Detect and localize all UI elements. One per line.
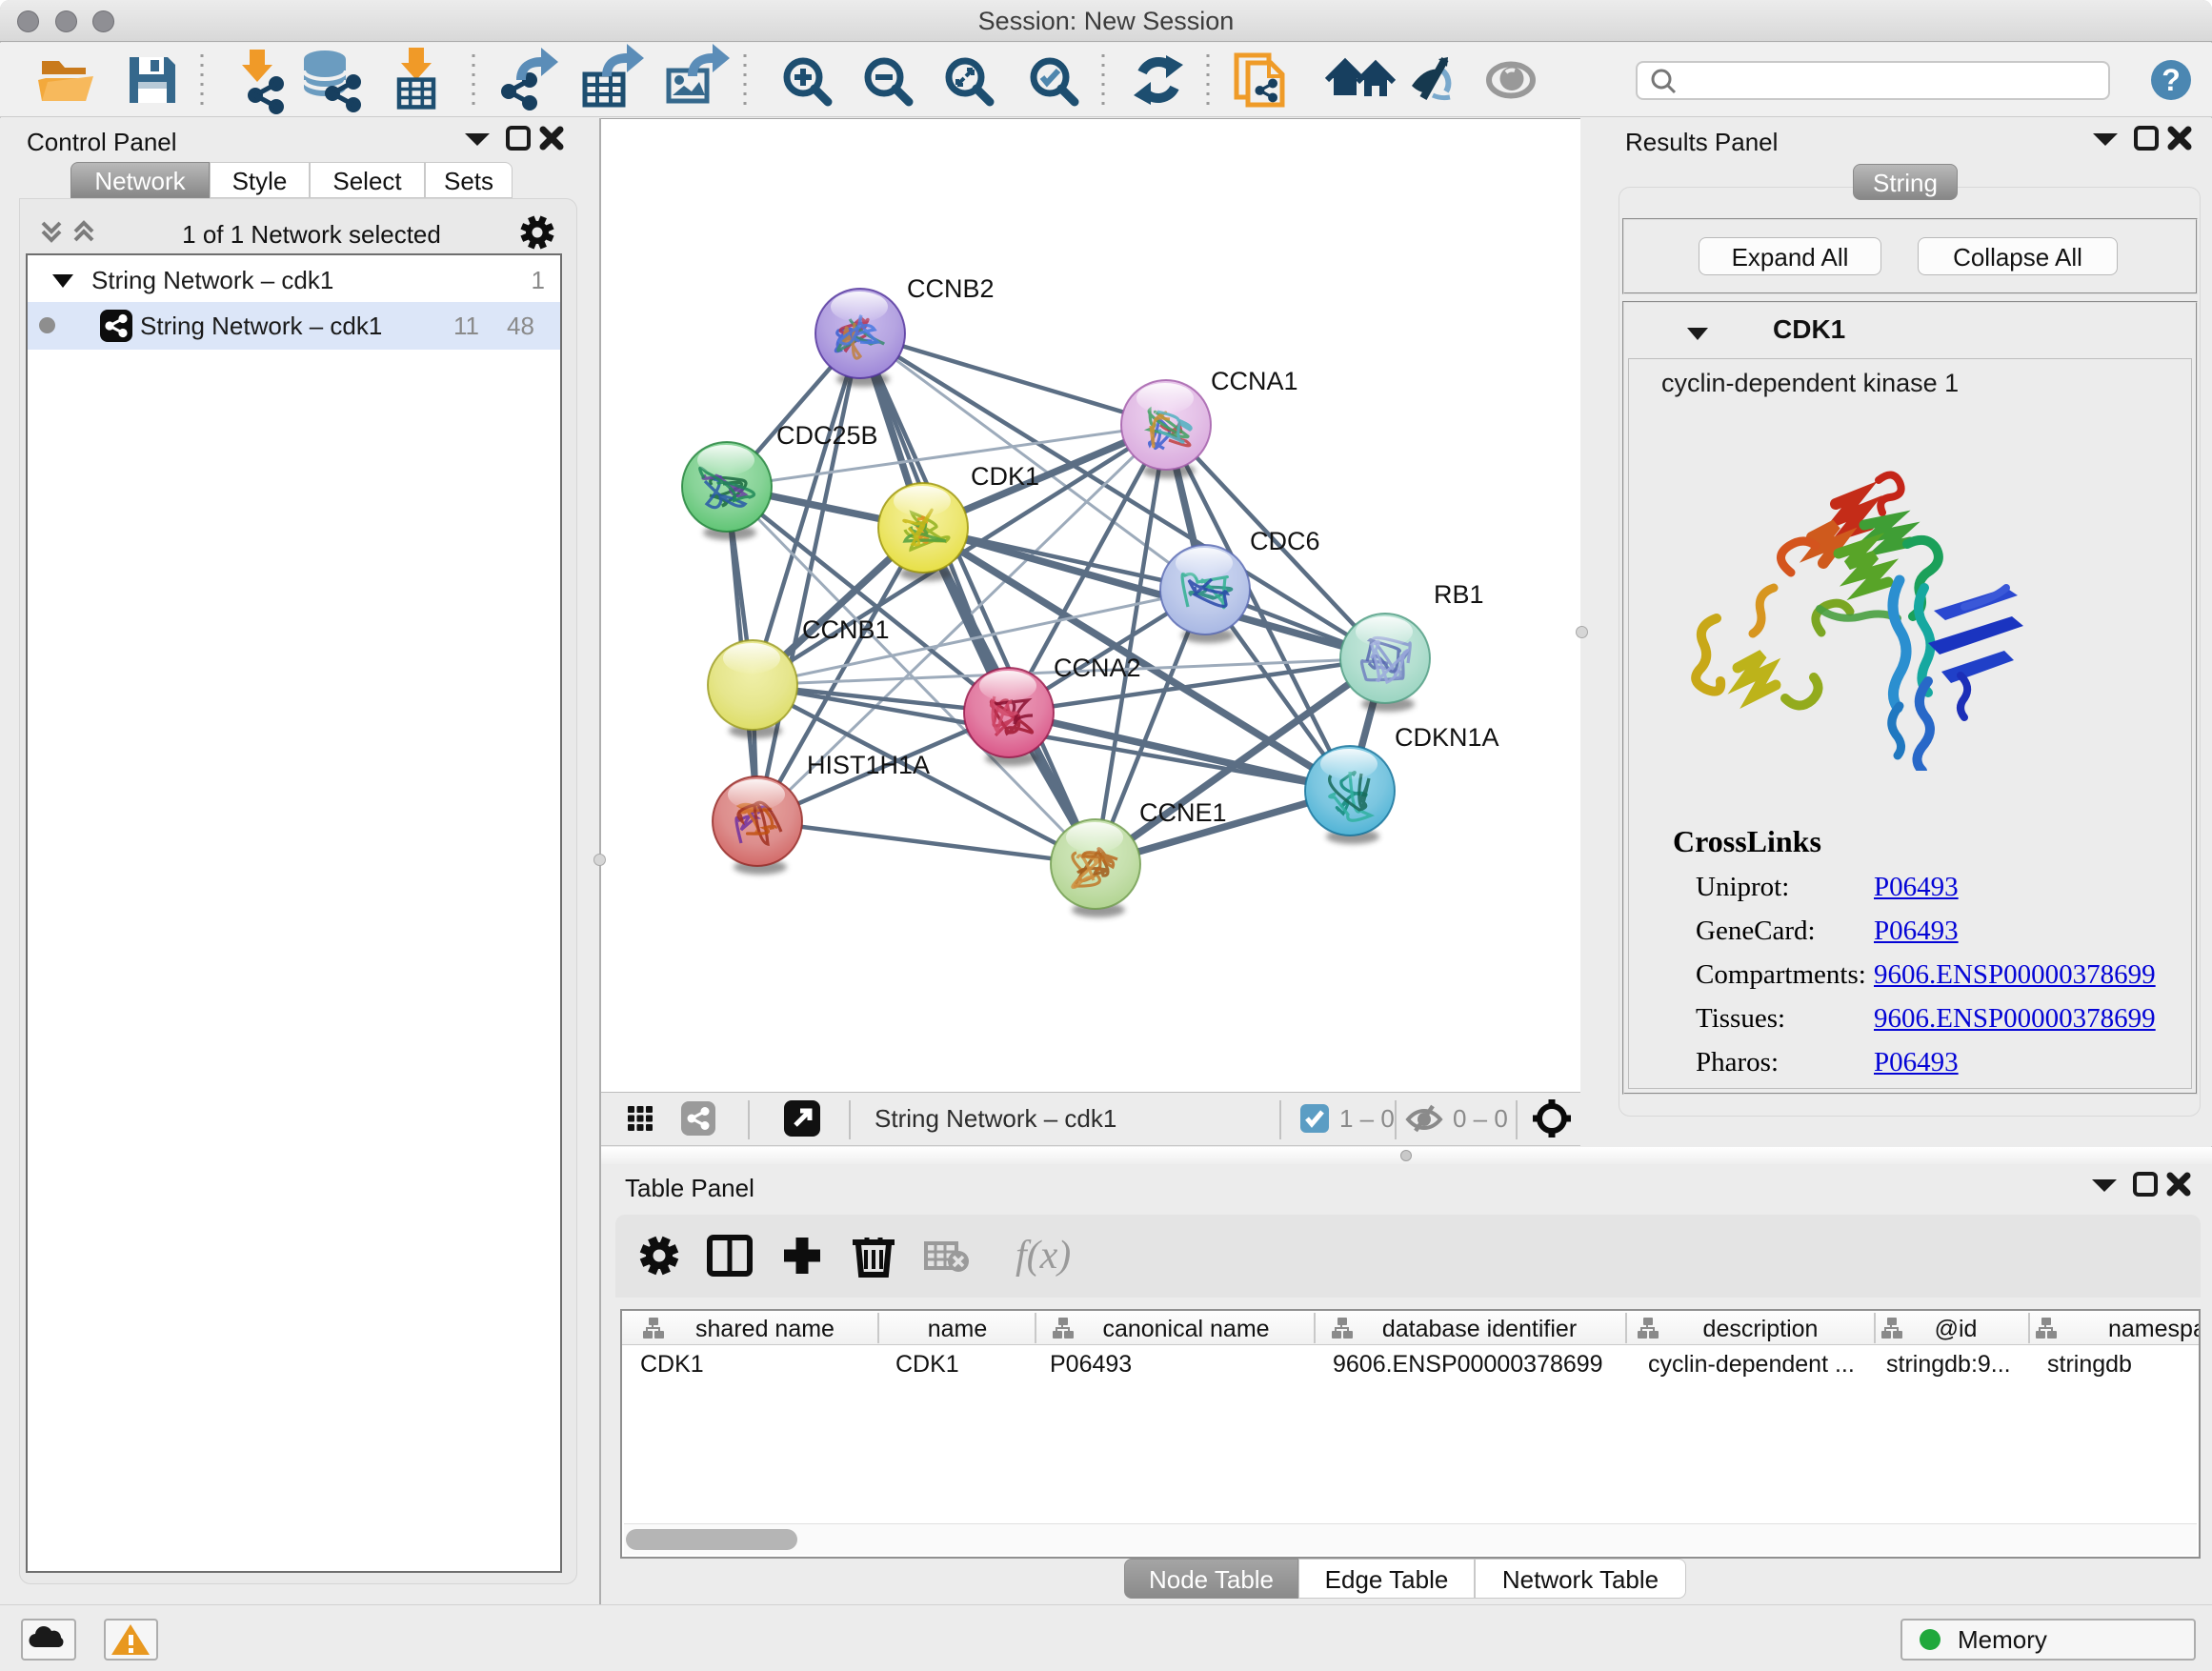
svg-text:HIST1H1A: HIST1H1A (807, 751, 930, 779)
svg-text:CCNA1: CCNA1 (1211, 367, 1298, 395)
svg-text:CCNE1: CCNE1 (1139, 798, 1227, 827)
svg-text:String Network – cdk1: String Network – cdk1 (875, 1104, 1116, 1133)
svg-text:0 – 0: 0 – 0 (1453, 1104, 1508, 1133)
svg-text:description: description (1703, 1316, 1819, 1342)
svg-text:RB1: RB1 (1434, 580, 1484, 609)
svg-text:1 of 1 Network selected: 1 of 1 Network selected (182, 220, 441, 249)
svg-text:1 – 0: 1 – 0 (1339, 1104, 1395, 1133)
svg-text:CCNB2: CCNB2 (907, 274, 995, 303)
svg-text:CDKN1A: CDKN1A (1395, 723, 1499, 752)
svg-text:shared name: shared name (695, 1316, 835, 1342)
svg-text:CDC25B: CDC25B (776, 421, 878, 450)
svg-text:CCNB1: CCNB1 (802, 615, 890, 644)
svg-text:name: name (928, 1316, 988, 1342)
svg-text:database identifier: database identifier (1382, 1316, 1577, 1342)
svg-text:canonical name: canonical name (1102, 1316, 1269, 1342)
svg-text:@id: @id (1935, 1316, 1978, 1342)
svg-text:namespac: namespac (2108, 1316, 2199, 1342)
svg-text:f(x): f(x) (1016, 1234, 1071, 1278)
svg-text:CDK1: CDK1 (971, 462, 1039, 491)
svg-text:?: ? (2162, 63, 2181, 97)
svg-text:CCNA2: CCNA2 (1054, 654, 1141, 682)
svg-text:CDC6: CDC6 (1250, 527, 1320, 555)
